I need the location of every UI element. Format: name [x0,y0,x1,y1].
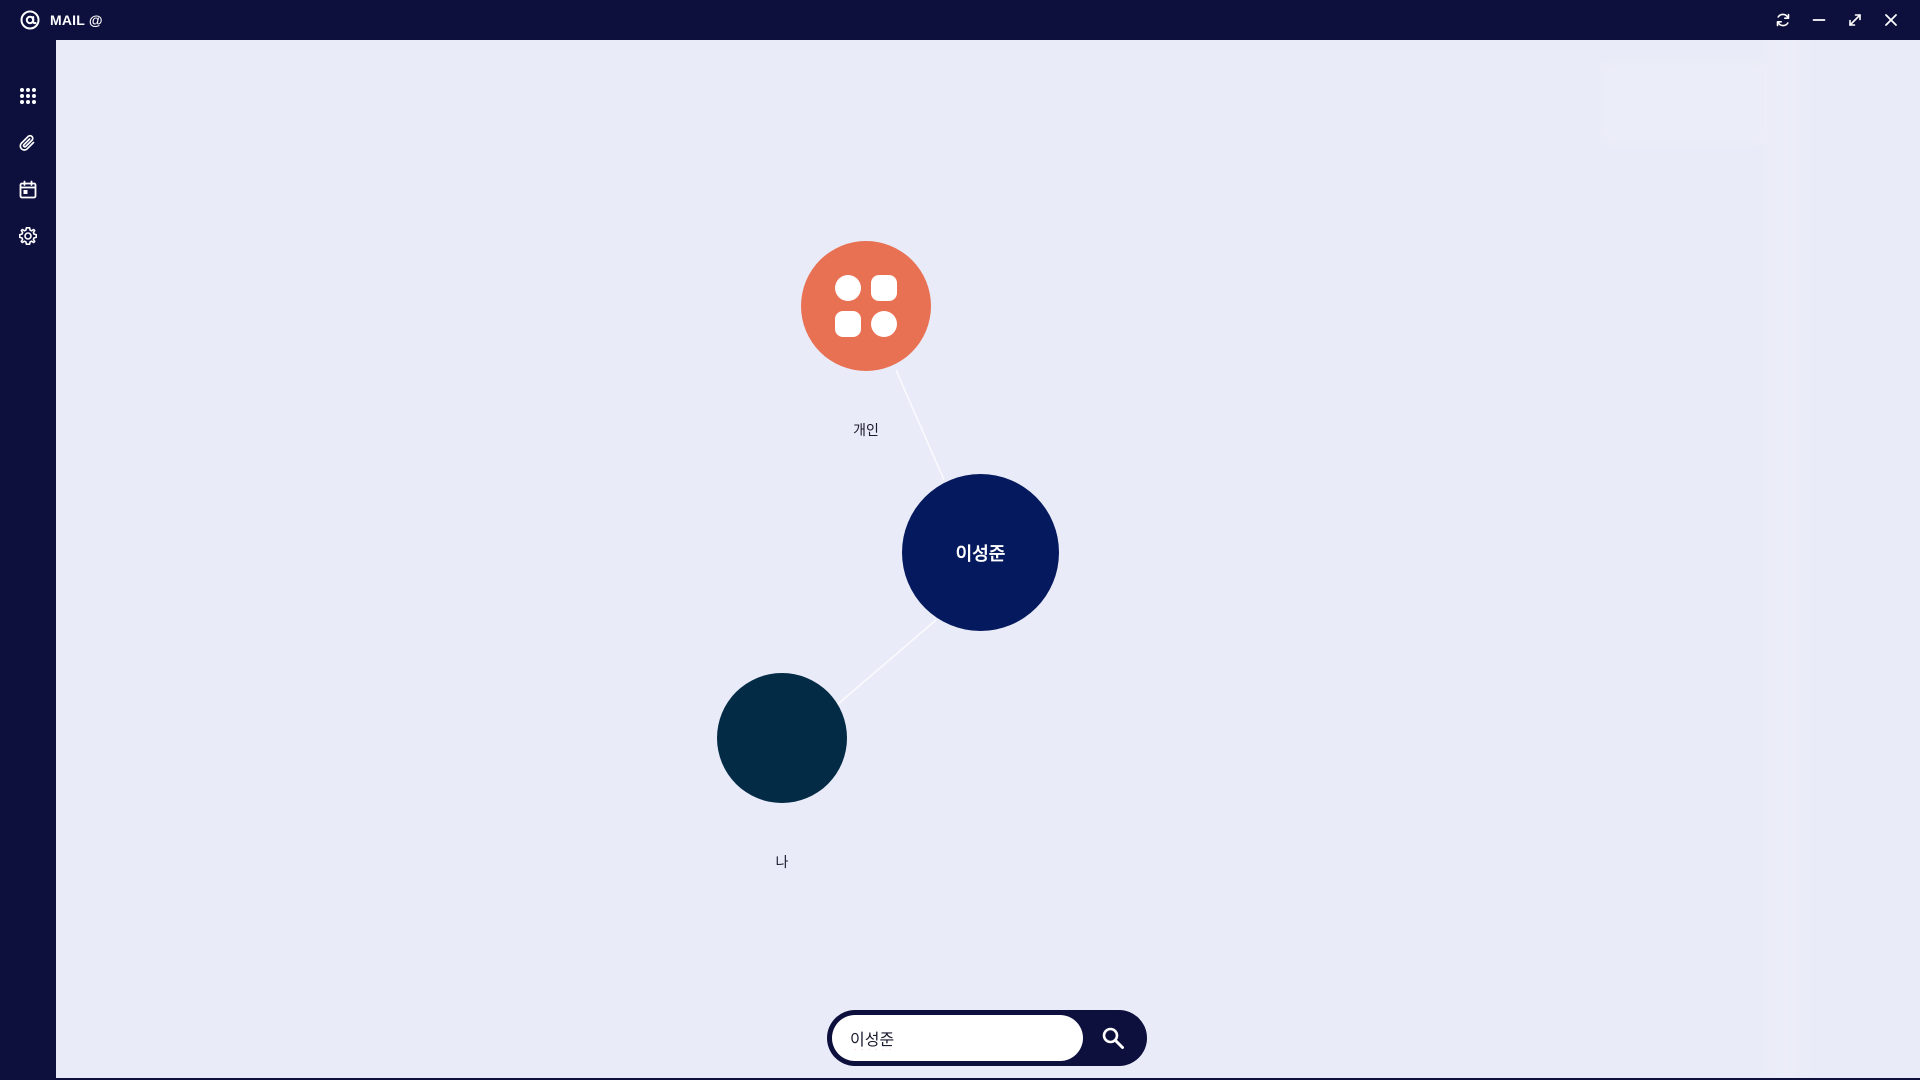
node-personal-label: 개인 [853,423,879,439]
sidebar-item-calendar[interactable] [14,176,42,204]
node-center[interactable]: 이성준 [902,474,1059,631]
calendar-icon [19,180,37,199]
node-me-label: 나 [775,855,789,871]
title-bar: MAIL @ [0,0,1920,40]
close-button[interactable] [1877,6,1905,34]
sidebar-item-attachments[interactable] [14,129,42,157]
node-me[interactable] [717,673,847,803]
search-icon [1102,1027,1124,1049]
apps-icon [835,275,897,337]
edge-center-me [830,619,937,711]
maximize-button[interactable] [1841,6,1869,34]
refresh-icon [1776,13,1790,27]
refresh-button[interactable] [1769,6,1797,34]
search-input[interactable] [832,1015,1083,1061]
close-icon [1885,14,1897,26]
search-button[interactable] [1093,1018,1133,1058]
paperclip-icon [19,134,35,151]
sidebar-item-apps[interactable] [14,82,42,110]
relationship-graph-canvas: 개인 이성준 나 [56,40,1920,1078]
gear-icon [19,227,37,245]
minimize-icon [1812,19,1826,21]
search-bar [827,1010,1147,1066]
sidebar-item-settings[interactable] [14,222,42,250]
at-sign-logo-icon [20,10,40,30]
maximize-icon [1849,14,1861,26]
sidebar [0,40,56,1080]
app-title: MAIL @ [50,12,103,28]
minimize-button[interactable] [1805,6,1833,34]
node-center-label: 이성준 [955,543,1006,565]
apps-grid-icon [20,88,36,104]
node-personal[interactable] [801,241,931,371]
